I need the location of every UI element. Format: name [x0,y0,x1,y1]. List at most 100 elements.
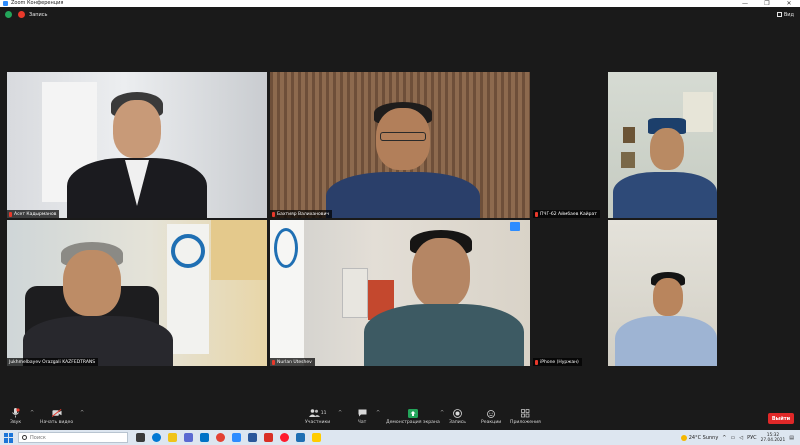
taskbar-clock[interactable]: 15:32 27.04.2021 [761,433,786,443]
notifications-icon[interactable]: ▤ [789,435,794,441]
muted-mic-icon [272,211,275,217]
mail-icon[interactable] [200,433,209,442]
grid-view-icon [776,12,782,17]
task-view-icon[interactable] [136,433,145,442]
meeting-top-bar: Запись Вид [0,7,800,22]
search-input[interactable] [30,434,120,441]
wall-calendar [342,268,368,318]
windows-start-icon[interactable] [4,432,14,443]
zoom-logo-icon [3,1,8,6]
muted-mic-icon [9,211,12,217]
file-explorer-icon[interactable] [168,433,177,442]
participants-icon: 11 [308,408,327,418]
video-tile-6[interactable]: iPhone (Нуржан) [533,220,717,366]
participants-button[interactable]: 11 Участники [305,408,330,425]
share-screen-label: Демонстрация экрана [386,420,440,425]
view-button[interactable]: Вид [776,11,794,18]
reactions-button[interactable]: Реакции [481,408,501,425]
wall-map [211,220,267,280]
video-options-chevron-icon[interactable]: ^ [80,410,84,416]
record-icon [452,408,462,418]
edge-browser-icon[interactable] [152,433,161,442]
volume-icon[interactable]: ◁ [739,435,743,441]
apps-icon [520,408,530,418]
wall-poster [683,92,713,132]
apps-label: Приложения [510,420,541,425]
record-button[interactable]: Запись [449,408,466,425]
meeting-toolbar: Звук ^ Начать видео ^ 11 Участники ^ Чат… [0,405,800,430]
view-label: Вид [783,11,794,18]
store-icon[interactable] [184,433,193,442]
participant-name-tag: iPhone (Нуржан) [533,358,582,366]
audio-options-chevron-icon[interactable]: ^ [30,410,34,416]
participant-name-tag: Jukhmelbayev Orazgali KAZFEDTRANS [7,358,99,366]
chat-icon [357,408,367,418]
clock-date: 27.04.2021 [760,437,786,443]
network-icon[interactable]: ▭ [731,435,736,441]
participant-name: Бахтияр Валиханович [277,211,330,217]
glasses [380,132,426,141]
opera-icon[interactable] [280,433,289,442]
pinned-apps [136,433,321,442]
person-body [364,304,524,366]
chat-label: Чат [357,420,367,425]
share-screen-icon [407,408,418,418]
video-tile-2[interactable]: Бахтияр Валиханович [270,72,530,218]
zoom-window: Zoom Конференция — ❐ ✕ Запись Вид Асет К… [0,0,800,445]
sun-icon [680,434,687,441]
chat-options-chevron-icon[interactable]: ^ [376,410,380,416]
leave-meeting-button[interactable]: Выйти [768,413,794,424]
participant-name: Асет Кадырманов [14,211,57,217]
taskbar-search[interactable] [18,432,128,443]
apps-button[interactable]: Приложения [510,408,541,425]
logo-emblem [274,228,298,268]
audio-button[interactable]: Звук [10,408,21,425]
search-icon [22,435,27,440]
start-video-label: Начать видео [40,420,74,425]
video-tile-3[interactable]: ПЧГ-62 Аймбаев Кайрат [533,72,717,218]
weather-widget[interactable]: 24°C Sunny [680,434,719,441]
video-tile-5[interactable]: Nurlan Uteshev [270,220,530,366]
reactions-label: Реакции [481,420,502,425]
app-icon[interactable] [296,433,305,442]
word-icon[interactable] [248,433,257,442]
participants-label: Участники [305,420,331,425]
participant-name: Jukhmelbayev Orazgali KAZFEDTRANS [9,359,96,365]
weather-text: 24°C Sunny [688,434,719,441]
window-title: Zoom Конференция [11,0,64,6]
person-head [63,250,121,316]
smiley-plus-icon [486,408,496,418]
zoom-taskbar-icon[interactable] [232,433,241,442]
yandex-icon[interactable] [312,433,321,442]
minimize-button[interactable]: — [734,0,756,7]
participants-options-chevron-icon[interactable]: ^ [338,410,342,416]
share-screen-button[interactable]: Демонстрация экрана [386,408,440,425]
system-tray: 24°C Sunny ^ ▭ ◁ РУС 15:32 27.04.2021 ▤ [680,433,794,443]
tile-options-icon[interactable] [510,222,520,231]
recording-icon[interactable] [18,11,25,18]
share-options-chevron-icon[interactable]: ^ [440,410,444,416]
participants-count: 11 [320,410,327,416]
title-bar: Zoom Конференция — ❐ ✕ [0,0,800,7]
participant-name-tag: Nurlan Uteshev [270,358,315,366]
audio-label: Звук [10,420,22,425]
encryption-shield-icon[interactable] [5,11,12,18]
video-tile-4-active-speaker[interactable]: Jukhmelbayev Orazgali KAZFEDTRANS [7,220,267,366]
chat-button[interactable]: Чат [357,408,367,425]
wall-frame [621,152,635,168]
start-video-button[interactable]: Начать видео [40,408,73,425]
person-body [615,316,717,366]
close-button[interactable]: ✕ [778,0,800,7]
input-language[interactable]: РУС [747,435,757,441]
person-head [113,100,161,158]
participant-name-tag: Бахтияр Валиханович [270,210,333,218]
record-label: Запись [449,420,466,425]
chrome-icon[interactable] [216,433,225,442]
person-body [613,172,717,218]
wall-frame [623,127,635,143]
tray-chevron-icon[interactable]: ^ [722,435,726,441]
recording-label: Запись [29,11,48,18]
maximize-button[interactable]: ❐ [756,0,778,7]
pdf-reader-icon[interactable] [264,433,273,442]
video-tile-1[interactable]: Асет Кадырманов [7,72,267,218]
